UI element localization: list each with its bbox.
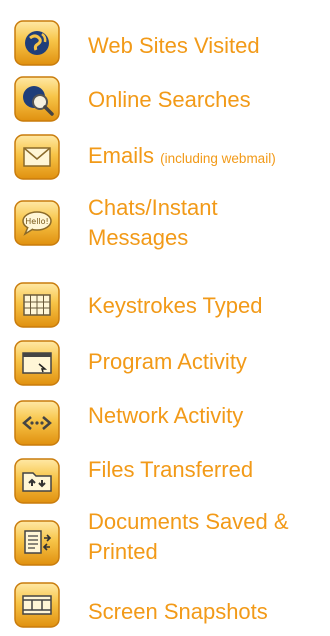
folder-transfer-icon	[12, 456, 62, 506]
film-strip-icon	[12, 580, 62, 630]
emails-note: (including webmail)	[160, 151, 276, 166]
keyboard-icon	[12, 280, 62, 330]
emails-label: Emails	[88, 143, 155, 168]
item-label: Program Activity	[88, 349, 247, 374]
item-label-line2: Messages	[88, 225, 189, 250]
document-printer-icon	[12, 518, 62, 568]
item-label-line1: Documents Saved &	[88, 509, 289, 534]
item-label: Online Searches	[88, 87, 251, 112]
item-label: Web Sites Visited	[88, 33, 260, 58]
item-label: Files Transferred	[88, 457, 254, 482]
svg-text:Hello!: Hello!	[25, 217, 48, 226]
item-label: Emails (including webmail)	[88, 142, 276, 172]
item-label: Keystrokes Typed	[88, 293, 263, 318]
envelope-icon	[12, 132, 62, 182]
item-label-line1: Chats/Instant	[88, 195, 218, 220]
globe-magnifier-icon	[12, 74, 62, 124]
item-label-line2: Printed	[88, 539, 158, 564]
network-arrows-icon	[12, 398, 62, 448]
globe-icon	[12, 18, 62, 68]
item-label: Network Activity	[88, 403, 244, 428]
item-label: Screen Snapshots	[88, 599, 268, 624]
program-window-icon	[12, 338, 62, 388]
hello-speech-bubble-icon: Hello!	[12, 198, 62, 248]
